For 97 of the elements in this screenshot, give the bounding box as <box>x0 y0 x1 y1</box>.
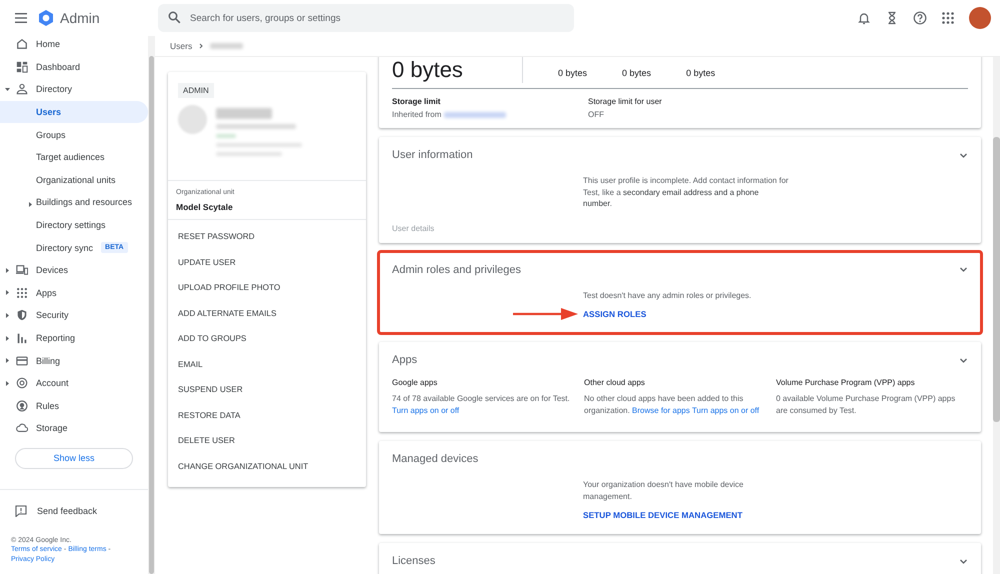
message-text: Test doesn't have any admin roles or privileges. <box>583 290 752 301</box>
grid-icon <box>16 286 28 299</box>
chevron-down-icon[interactable] <box>959 150 968 160</box>
action-link[interactable]: UPDATE USER <box>168 250 366 275</box>
link[interactable]: Turn apps on or off <box>692 406 760 414</box>
chevron-right-icon <box>198 43 204 49</box>
nav-item[interactable]: Security <box>0 304 148 327</box>
field-value: Inherited from <box>392 110 442 119</box>
field-label: Storage limit for user <box>588 97 663 106</box>
caret-right-icon[interactable] <box>5 290 10 296</box>
nav-item[interactable]: Account <box>0 372 148 394</box>
storage-total: 0 bytes <box>392 57 523 83</box>
nav-item[interactable]: Storage <box>0 417 148 440</box>
caret-right-icon[interactable] <box>5 312 10 318</box>
field-value: Model Scytale <box>176 202 234 212</box>
search-field[interactable]: Search for users, groups or settings <box>158 4 574 32</box>
action-link[interactable]: ASSIGN ROLES <box>583 309 646 319</box>
cloud-icon <box>16 422 28 434</box>
caret-right-icon[interactable] <box>5 358 10 364</box>
redacted-text <box>216 108 272 119</box>
section-title: User information <box>392 149 473 161</box>
chevron-down-icon[interactable] <box>959 356 968 364</box>
field-label: Storage limit <box>392 97 442 106</box>
nav-item[interactable]: Organizational units <box>0 168 148 192</box>
description-text: No other cloud apps have been added to this organization. Browse for apps Turn apps on or off <box>584 393 760 416</box>
column-heading: Volume Purchase Program (VPP) apps <box>776 378 916 387</box>
field-value: OFF <box>588 110 605 119</box>
section-title: Apps <box>392 354 418 366</box>
nav-item[interactable]: Billing <box>0 349 148 372</box>
action-link[interactable]: EMAIL <box>168 352 366 377</box>
link[interactable]: Browse for apps <box>632 406 690 414</box>
avatar <box>178 105 207 134</box>
scrollbar[interactable] <box>993 57 1000 574</box>
person-icon <box>16 83 28 96</box>
action-link[interactable]: ADD ALTERNATE EMAILS <box>168 300 366 326</box>
nav-item[interactable]: Target audiences <box>0 146 148 169</box>
redacted-text <box>210 43 244 49</box>
caret-right-icon[interactable] <box>5 336 10 341</box>
logo-icon <box>37 9 55 27</box>
show-less-button[interactable]: Show less <box>15 448 133 469</box>
nav-item[interactable]: Home <box>0 36 148 56</box>
action-link[interactable]: UPLOAD PROFILE PHOTO <box>168 275 366 300</box>
action-link[interactable]: SUSPEND USER <box>168 377 366 402</box>
search-icon <box>168 11 181 24</box>
message-text: Your organization doesn't have mobile device management. <box>583 479 744 502</box>
action-link[interactable]: RESET PASSWORD <box>168 224 366 250</box>
caret-right-icon[interactable] <box>5 268 10 273</box>
bell-icon[interactable] <box>857 11 871 25</box>
nav-item[interactable]: Users <box>0 100 148 124</box>
app-name: Admin <box>60 10 101 26</box>
nav-item[interactable]: Devices <box>0 258 148 282</box>
caret-right-icon[interactable] <box>5 380 10 386</box>
breadcrumb-link[interactable]: Users <box>170 41 192 51</box>
nav-item[interactable]: Directory <box>0 78 148 101</box>
nav-item[interactable]: Reporting <box>0 326 148 350</box>
nav-item[interactable]: Buildings and resources <box>0 191 148 214</box>
section-title: Admin roles and privileges <box>392 264 522 276</box>
message-text: This user profile is incomplete. Add contact information for Test, like a secondary email address and a phone number. <box>583 175 789 210</box>
section-title: Managed devices <box>392 453 478 465</box>
column-heading: Other cloud apps <box>584 378 646 387</box>
avatar[interactable] <box>969 7 991 29</box>
send-feedback-link[interactable]: Send feedback <box>0 502 148 520</box>
nav-item[interactable]: Apps <box>0 282 148 304</box>
caret-right-icon[interactable] <box>28 202 33 207</box>
link[interactable]: Turn apps on or off <box>392 406 460 414</box>
column-heading: Google apps <box>392 378 438 387</box>
nav-item[interactable]: Dashboard <box>0 56 148 78</box>
house-icon <box>16 38 28 50</box>
storage-value: 0 bytes <box>622 67 652 80</box>
caret-down-icon[interactable] <box>5 86 10 92</box>
action-link[interactable]: DELETE USER <box>168 428 366 454</box>
nav-item[interactable]: Directory settings <box>0 214 148 236</box>
devices-icon <box>16 264 28 276</box>
chevron-down-icon[interactable] <box>959 265 968 274</box>
feedback-icon <box>15 504 27 517</box>
action-link[interactable]: RESTORE DATA <box>168 402 366 428</box>
storage-value: 0 bytes <box>558 67 588 80</box>
pointer-arrow <box>513 308 578 320</box>
card-icon <box>16 354 28 367</box>
action-link[interactable]: CHANGE ORGANIZATIONAL UNIT <box>168 454 366 479</box>
storage-value: 0 bytes <box>686 67 716 80</box>
description-text: 74 of 78 available Google services are on for Test. Turn apps on or off <box>392 393 571 416</box>
chevron-down-icon[interactable] <box>959 556 968 566</box>
description-text: 0 available Volume Purchase Program (VPP) apps are consumed by Test. <box>776 393 956 416</box>
help-icon[interactable] <box>913 11 927 25</box>
nav-item[interactable]: Groups <box>0 123 148 146</box>
apps-grid-icon[interactable] <box>941 11 955 25</box>
shield-icon <box>16 309 28 322</box>
nav-item[interactable]: Rules <box>0 394 148 418</box>
role-chip: ADMIN <box>178 83 214 98</box>
bar-chart-icon <box>16 332 28 344</box>
menu-icon[interactable] <box>14 11 28 25</box>
action-link[interactable]: ADD TO GROUPS <box>168 326 366 352</box>
section-title: Licenses <box>392 555 436 567</box>
dashboard-icon <box>16 60 28 73</box>
action-link[interactable]: SETUP MOBILE DEVICE MANAGEMENT <box>583 510 742 520</box>
scrollbar[interactable] <box>148 36 155 574</box>
